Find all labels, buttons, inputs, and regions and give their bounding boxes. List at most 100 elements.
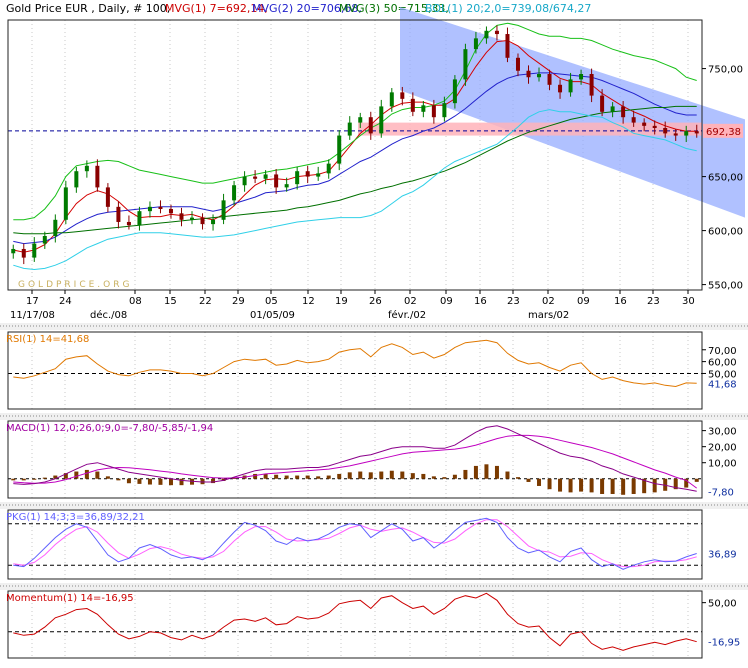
macd-hist-bar xyxy=(263,473,268,479)
macd-hist-bar xyxy=(126,478,131,484)
candle-body xyxy=(126,221,131,226)
xtick-label: 17 xyxy=(26,296,39,307)
candle-body xyxy=(116,206,121,222)
candle-body xyxy=(537,74,542,78)
last-price-label: 692,38 xyxy=(706,127,741,138)
macd-hist-bar xyxy=(358,471,363,479)
candle-body xyxy=(21,248,26,258)
macd-hist-bar xyxy=(515,477,520,479)
candle-body xyxy=(211,219,216,225)
xtick-label: 16 xyxy=(614,296,627,307)
rsi-title: RSI(1) 14=41,68 xyxy=(6,334,89,345)
candle-body xyxy=(568,79,573,93)
candle-body xyxy=(190,217,195,220)
macd-ytick-label: 10,00 xyxy=(708,459,737,470)
macd-hist-bar xyxy=(379,471,384,479)
macd-hist-bar xyxy=(274,474,279,479)
xtick-label: 23 xyxy=(507,296,520,307)
candle-body xyxy=(179,213,184,220)
macd-hist-bar xyxy=(21,478,26,481)
macd-hist-bar xyxy=(579,478,584,492)
candle-body xyxy=(11,248,16,254)
macd-hist-bar xyxy=(600,478,605,494)
candle-body xyxy=(200,217,205,225)
macd-hist-bar xyxy=(158,478,163,485)
macd-hist-bar xyxy=(589,478,594,493)
macd-hist-bar xyxy=(295,475,300,479)
macd-hist-bar xyxy=(147,478,152,485)
macd-hist-bar xyxy=(631,478,636,494)
macd-hist-bar xyxy=(621,478,626,495)
macd-hist-bar xyxy=(431,476,436,479)
separator-3 xyxy=(0,502,748,509)
macd-hist-bar xyxy=(694,478,699,482)
period-label: 01/05/09 xyxy=(250,310,295,321)
macd-hist-bar xyxy=(116,478,121,481)
candle-body xyxy=(421,105,426,112)
candle-body xyxy=(105,187,110,207)
price-ytick-label: 650,00 xyxy=(708,173,743,184)
xtick-label: 09 xyxy=(440,296,453,307)
xtick-label: 30 xyxy=(682,296,695,307)
macd-hist-bar xyxy=(652,478,657,493)
macd-hist-bar xyxy=(316,476,321,479)
support-zone xyxy=(358,122,702,136)
macd-hist-bar xyxy=(347,472,352,479)
macd-hist-bar xyxy=(421,473,426,479)
candle-body xyxy=(547,74,552,85)
candle-body xyxy=(610,106,615,112)
macd-hist-bar xyxy=(473,465,478,479)
macd-hist-bar xyxy=(105,476,110,479)
watermark-text: GOLDPRICE.ORG xyxy=(18,280,132,290)
period-label: févr./02 xyxy=(388,309,426,321)
separator-1 xyxy=(0,323,748,330)
candle-body xyxy=(431,105,436,118)
macd-hist-bar xyxy=(137,478,142,484)
candle-body xyxy=(232,185,237,201)
macd-hist-bar xyxy=(42,477,47,479)
candle-body xyxy=(316,173,321,177)
candle-body xyxy=(673,133,678,136)
candle-body xyxy=(631,117,636,123)
candle-body xyxy=(600,95,605,112)
macd-hist-bar xyxy=(11,478,16,481)
candle-body xyxy=(147,206,152,212)
price-ytick-label: 750,00 xyxy=(708,65,743,76)
candle-body xyxy=(221,200,226,220)
candle-body xyxy=(53,219,58,236)
candle-body xyxy=(515,57,520,71)
xtick-label: 02 xyxy=(542,296,555,307)
macd-last-label: -7,80 xyxy=(708,487,734,498)
chart-container: Gold Price EUR , Daily, # 100, MVG(1) 7=… xyxy=(0,0,748,664)
momentum-ytick-label: 50,00 xyxy=(708,599,737,610)
candle-body xyxy=(137,211,142,226)
candle-body xyxy=(358,117,363,123)
candle-body xyxy=(263,174,268,179)
rsi-ytick-label: 60,00 xyxy=(708,358,737,369)
candle-body xyxy=(274,174,279,188)
macd-hist-bar xyxy=(442,477,447,479)
candle-body xyxy=(452,79,457,104)
candle-body xyxy=(368,117,373,134)
candle-body xyxy=(494,30,499,35)
candle-body xyxy=(32,243,37,258)
candle-body xyxy=(652,125,657,128)
xtick-label: 15 xyxy=(164,296,177,307)
candle-body xyxy=(74,171,79,188)
candle-body xyxy=(642,122,647,126)
candle-body xyxy=(42,236,47,244)
candle-body xyxy=(579,74,584,80)
xtick-label: 12 xyxy=(302,296,315,307)
macd-hist-bar xyxy=(326,475,331,479)
candle-body xyxy=(295,171,300,185)
candle-body xyxy=(158,206,163,209)
macd-title: MACD(1) 12,0;26,0;9,0=-7,80/-5,85/-1,94 xyxy=(6,423,213,434)
xtick-label: 08 xyxy=(129,296,142,307)
candle-body xyxy=(400,92,405,99)
xtick-label: 02 xyxy=(404,296,417,307)
macd-hist-bar xyxy=(32,478,37,480)
macd-hist-bar xyxy=(95,471,100,479)
macd-hist-bar xyxy=(253,473,258,479)
macd-hist-bar xyxy=(337,473,342,479)
separator-4 xyxy=(0,583,748,590)
